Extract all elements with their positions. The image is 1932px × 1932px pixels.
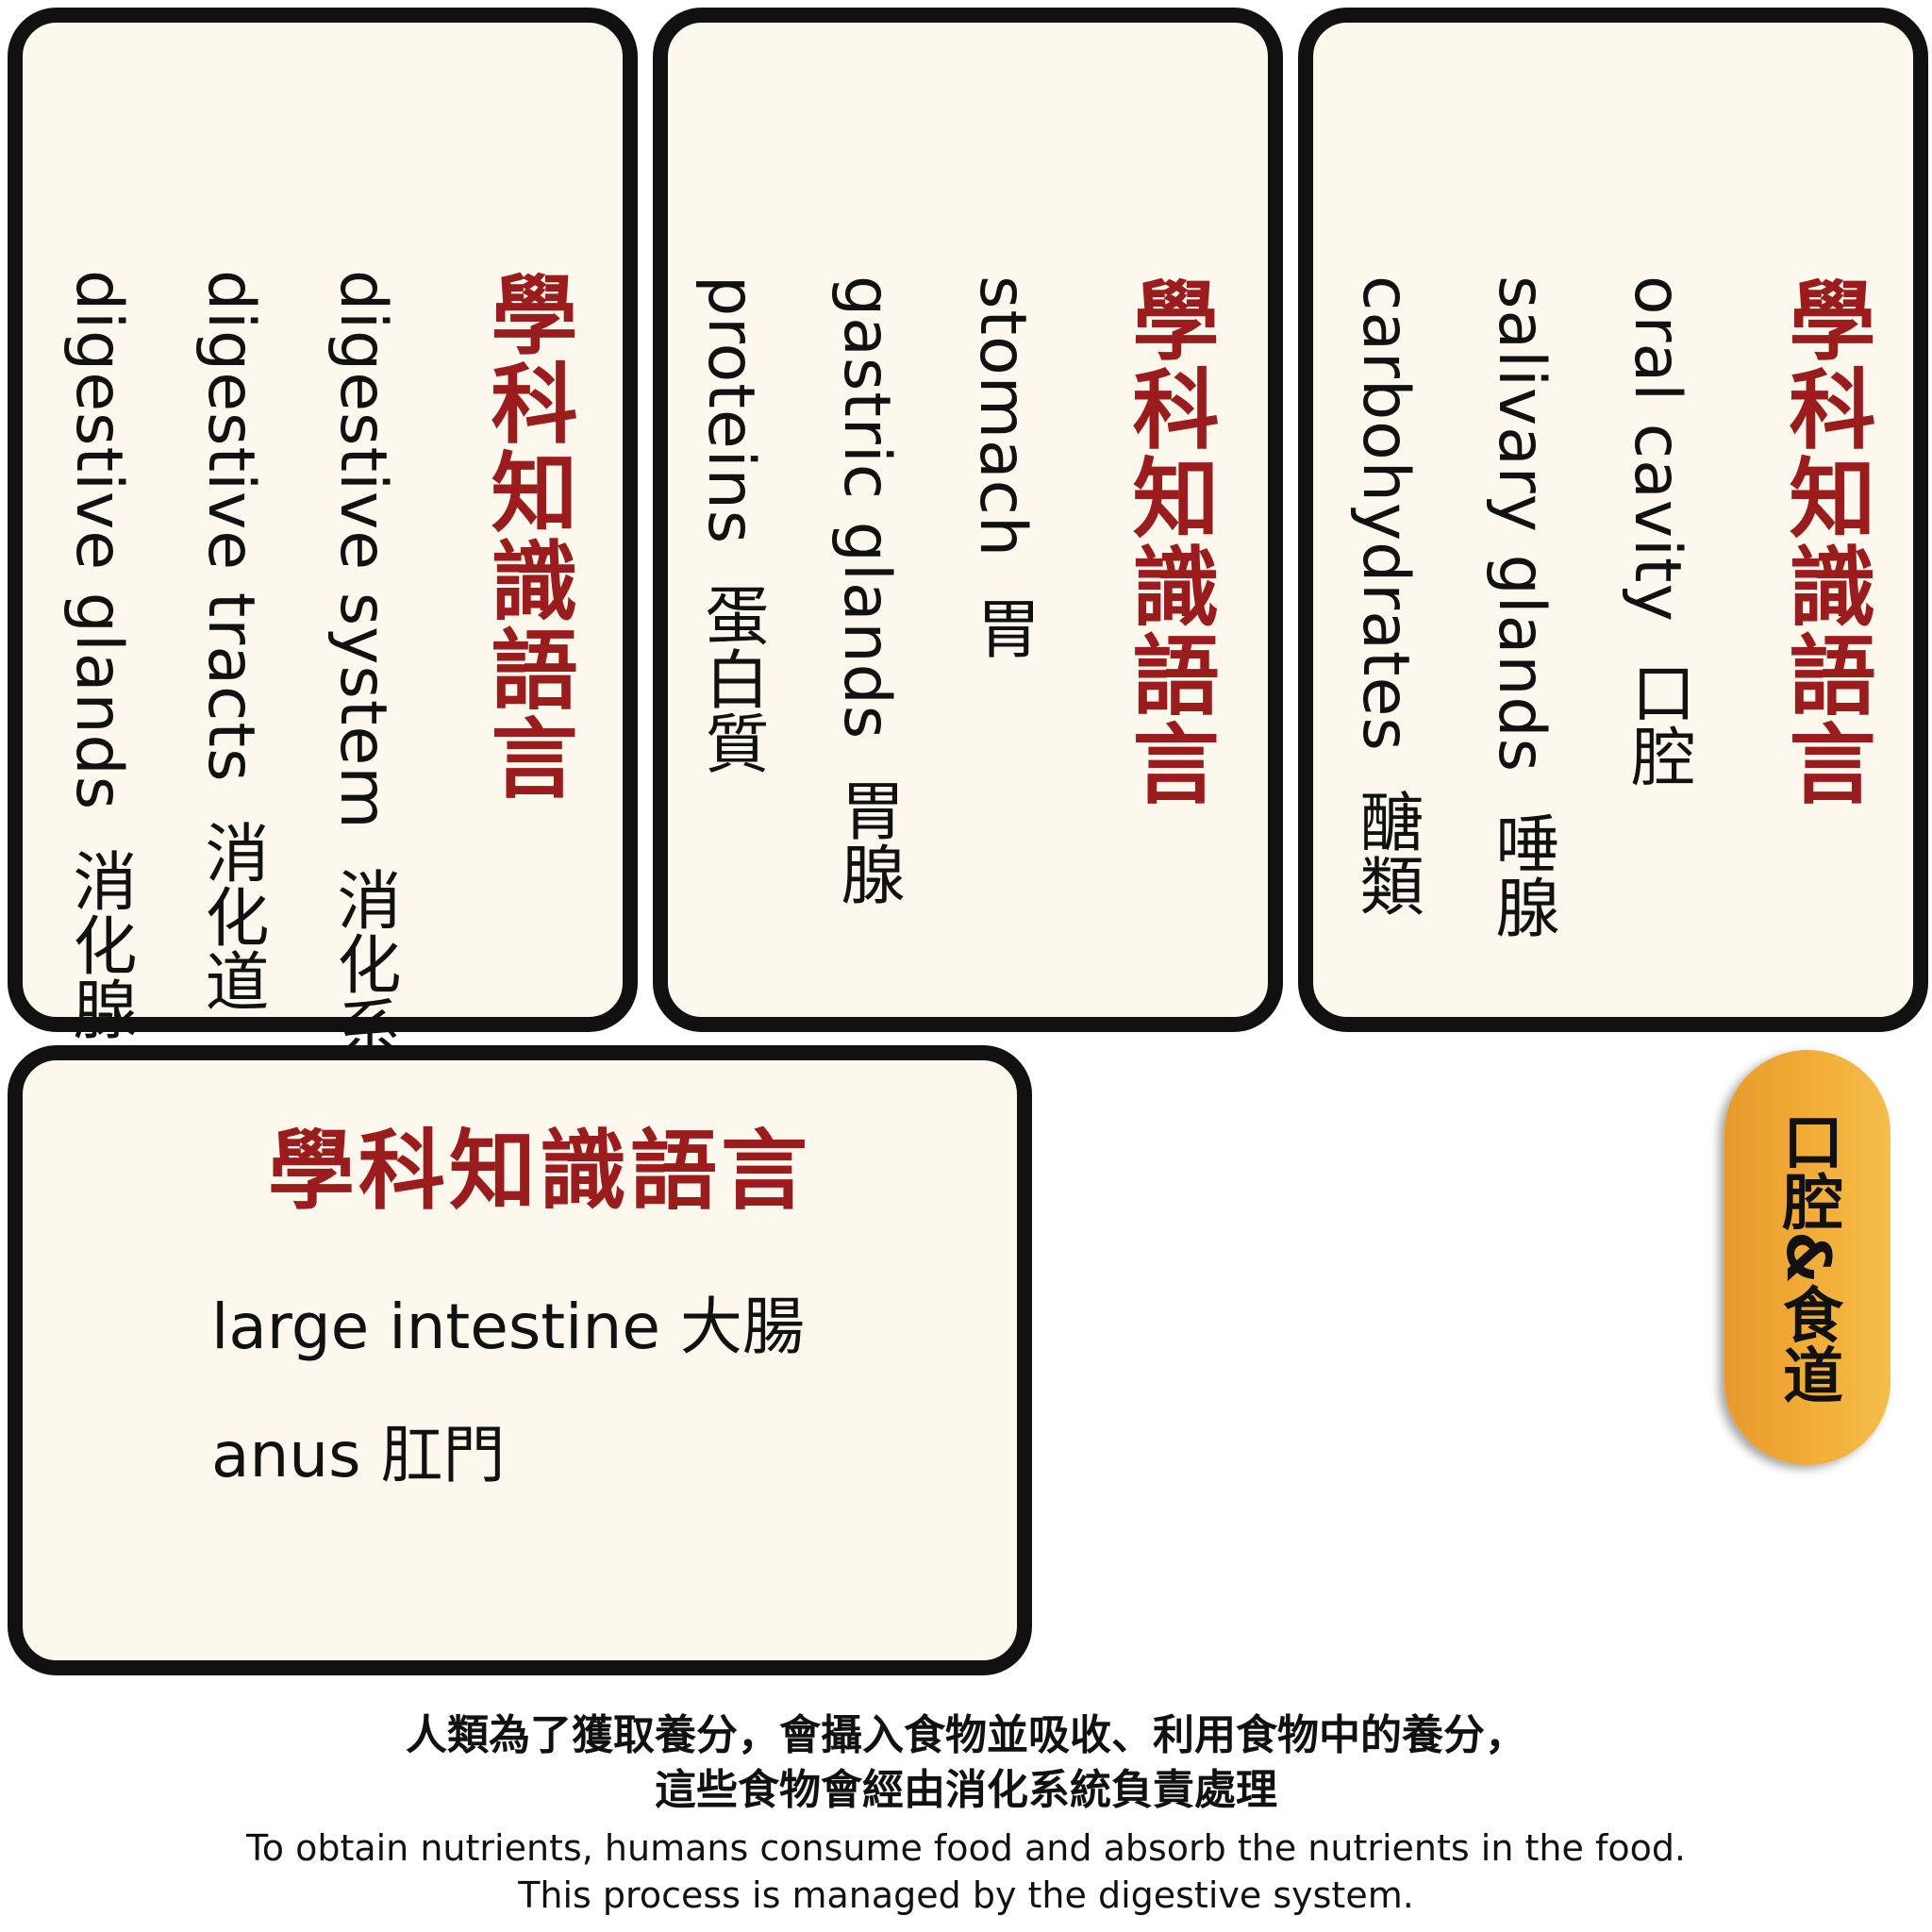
card-oral-cavity: 學科知識語言 oral cavity 口腔 salivary glands 唾腺… [1298, 8, 1928, 1032]
topic-tab-label: 口腔&食道 [1773, 1110, 1842, 1405]
term-item: anus 肛門 [211, 1419, 506, 1491]
card-title: 學科知識語言 [1118, 275, 1219, 808]
caption-en-line2: This process is managed by the digestive… [518, 1874, 1414, 1916]
term-item: oral cavity 口腔 [1620, 275, 1694, 789]
card-title: 學科知識語言 [1774, 275, 1875, 808]
card-large-intestine: 學科知識語言 large intestine 大腸 anus 肛門 [8, 1045, 1032, 1675]
term-item: salivary glands 唾腺 [1484, 275, 1558, 939]
card-title: 學科知識語言 [268, 1121, 812, 1222]
card-digestive-system: 學科知識語言 digestive system 消化系統 digestive t… [8, 8, 638, 1124]
card-stomach: 學科知識語言 stomach 胃 gastric glands 胃腺 prote… [653, 8, 1283, 1032]
term-item: digestive glands 消化腺 [61, 270, 136, 1041]
term-item: proteins 蛋白質 [693, 275, 768, 774]
term-item: digestive tracts 消化道 [193, 270, 268, 1013]
caption-en-line1: To obtain nutrients, humans consume food… [245, 1827, 1687, 1869]
term-item: large intestine 大腸 [211, 1291, 805, 1363]
card-title: 學科知識語言 [476, 270, 577, 802]
caption-zh-line1: 人類為了獲取養分，會攝入食物並吸收、利用食物中的養分， [406, 1711, 1526, 1759]
topic-tab[interactable]: 口腔&食道 [1724, 1050, 1890, 1465]
term-item: gastric glands 胃腺 [829, 275, 904, 906]
term-item: carbohydrates 醣類 [1348, 275, 1423, 918]
caption-zh-line2: 這些食物會經由消化系統負責處理 [655, 1766, 1277, 1814]
term-item: stomach 胃 [965, 275, 1040, 659]
term-item: digestive system 消化系統 [325, 270, 400, 1124]
